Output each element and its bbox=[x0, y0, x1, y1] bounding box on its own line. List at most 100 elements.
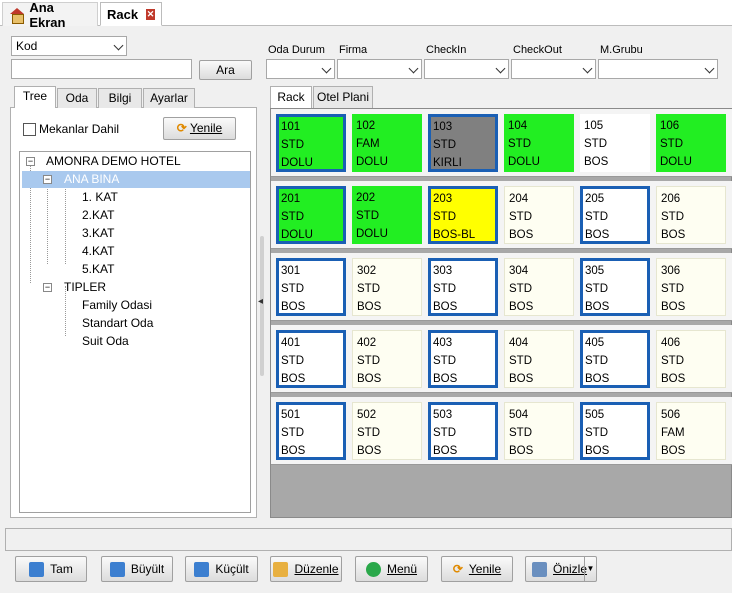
tree-node-kat-5[interactable]: 5.KAT bbox=[82, 262, 114, 276]
dropdown-arrow-icon[interactable]: ▼ bbox=[584, 557, 596, 581]
room-cell[interactable]: 202 STD DOLU bbox=[352, 186, 422, 244]
hotel-tree[interactable]: − AMONRA DEMO HOTEL − ANA BINA 1. KAT 2.… bbox=[19, 151, 251, 513]
tree-node-tipler[interactable]: TIPLER bbox=[64, 280, 106, 294]
room-cell[interactable]: 404 STD BOS bbox=[504, 330, 574, 388]
room-type: STD bbox=[585, 211, 608, 223]
menu-button[interactable]: Menü bbox=[355, 556, 428, 582]
room-type: STD bbox=[509, 427, 532, 439]
room-cell[interactable]: 402 STD BOS bbox=[352, 330, 422, 388]
tab-tree[interactable]: Tree bbox=[14, 86, 56, 109]
room-cell[interactable]: 401 STD BOS bbox=[276, 330, 346, 388]
room-number: 405 bbox=[585, 337, 605, 349]
rack-row: 101 STD DOLU 102 FAM DOLU 103 STD KIRLI 104 STD DOL… bbox=[271, 109, 732, 177]
mekanlar-dahil-checkbox[interactable]: Mekanlar Dahil bbox=[23, 122, 119, 136]
panel-splitter[interactable]: ◂ bbox=[257, 86, 267, 518]
collapse-icon[interactable]: − bbox=[43, 175, 52, 184]
tab-rack-view[interactable]: Rack bbox=[270, 86, 312, 109]
edit-icon bbox=[273, 561, 289, 577]
search-field-select[interactable]: Kod bbox=[11, 36, 127, 56]
room-cell[interactable]: 106 STD DOLU bbox=[656, 114, 726, 172]
room-status: BOS bbox=[509, 229, 534, 241]
search-input[interactable] bbox=[11, 59, 192, 79]
room-status: BOS bbox=[661, 373, 686, 385]
tree-node-kat-4[interactable]: 4.KAT bbox=[82, 244, 114, 258]
room-cell[interactable]: 305 STD BOS bbox=[580, 258, 650, 316]
room-cell[interactable]: 104 STD DOLU bbox=[504, 114, 574, 172]
room-cell[interactable]: 302 STD BOS bbox=[352, 258, 422, 316]
onizle-button[interactable]: Önizle ▼ bbox=[525, 556, 597, 582]
left-tabs: Tree Oda Bilgi Ayarlar bbox=[10, 86, 257, 109]
tree-node-kat-1[interactable]: 1. KAT bbox=[82, 190, 118, 204]
room-type: STD bbox=[281, 427, 304, 439]
room-cell[interactable]: 505 STD BOS bbox=[580, 402, 650, 460]
room-status: BOS bbox=[281, 373, 306, 385]
collapse-icon[interactable]: − bbox=[26, 157, 35, 166]
room-type: STD bbox=[281, 283, 304, 295]
firma-select[interactable] bbox=[337, 59, 422, 79]
room-status: BOS bbox=[433, 301, 458, 313]
document-tabbar: Ana Ekran Rack ✕ bbox=[0, 0, 732, 30]
tree-refresh-button[interactable]: ⟳ Yenile bbox=[163, 117, 236, 140]
chevron-left-icon[interactable]: ◂ bbox=[258, 296, 263, 307]
firma-label: Firma bbox=[339, 44, 368, 56]
room-number: 204 bbox=[509, 193, 529, 205]
room-type: STD bbox=[356, 210, 379, 222]
room-cell[interactable]: 405 STD BOS bbox=[580, 330, 650, 388]
collapse-icon[interactable]: − bbox=[43, 283, 52, 292]
room-cell[interactable]: 303 STD BOS bbox=[428, 258, 498, 316]
tree-node-ana-bina[interactable]: ANA BINA bbox=[64, 172, 119, 186]
room-cell[interactable]: 403 STD BOS bbox=[428, 330, 498, 388]
tree-node-kat-2[interactable]: 2.KAT bbox=[82, 208, 114, 222]
tree-node-suit-oda[interactable]: Suit Oda bbox=[82, 334, 129, 348]
buyult-button[interactable]: Büyült bbox=[101, 556, 173, 582]
room-cell[interactable]: 501 STD BOS bbox=[276, 402, 346, 460]
tab-bilgi[interactable]: Bilgi bbox=[98, 88, 142, 108]
room-cell[interactable]: 504 STD BOS bbox=[504, 402, 574, 460]
checkbox-box[interactable] bbox=[23, 122, 36, 136]
checkout-select[interactable] bbox=[511, 59, 596, 79]
room-cell[interactable]: 301 STD BOS bbox=[276, 258, 346, 316]
checkin-select[interactable] bbox=[424, 59, 509, 79]
room-cell[interactable]: 304 STD BOS bbox=[504, 258, 574, 316]
room-number: 505 bbox=[585, 409, 605, 421]
mgrubu-select[interactable] bbox=[598, 59, 718, 79]
room-cell[interactable]: 206 STD BOS bbox=[656, 186, 726, 244]
tree-refresh-label: Yenile bbox=[189, 121, 223, 135]
room-cell[interactable]: 502 STD BOS bbox=[352, 402, 422, 460]
tab-otel-plani[interactable]: Otel Plani bbox=[313, 86, 373, 108]
tree-node-family-odasi[interactable]: Family Odasi bbox=[82, 298, 152, 312]
tab-rack[interactable]: Rack ✕ bbox=[100, 2, 162, 26]
yenile-button[interactable]: ⟳ Yenile bbox=[441, 556, 513, 582]
tab-ana-ekran[interactable]: Ana Ekran bbox=[2, 0, 98, 30]
close-icon[interactable]: ✕ bbox=[146, 8, 155, 20]
tam-button[interactable]: Tam bbox=[15, 556, 87, 582]
tree-node-standart-oda[interactable]: Standart Oda bbox=[82, 316, 153, 330]
room-cell[interactable]: 204 STD BOS bbox=[504, 186, 574, 244]
room-cell[interactable]: 406 STD BOS bbox=[656, 330, 726, 388]
room-cell[interactable]: 506 FAM BOS bbox=[656, 402, 726, 460]
chevron-down-icon bbox=[113, 40, 124, 51]
room-cell[interactable]: 503 STD BOS bbox=[428, 402, 498, 460]
search-button[interactable]: Ara bbox=[199, 60, 252, 80]
room-cell[interactable]: 103 STD KIRLI bbox=[428, 114, 498, 172]
room-cell[interactable]: 102 FAM DOLU bbox=[352, 114, 422, 172]
tab-ayarlar[interactable]: Ayarlar bbox=[143, 88, 195, 108]
room-cell[interactable]: 201 STD DOLU bbox=[276, 186, 346, 244]
kucult-button[interactable]: Küçült bbox=[185, 556, 258, 582]
room-number: 206 bbox=[661, 193, 681, 205]
room-cell[interactable]: 101 STD DOLU bbox=[276, 114, 346, 172]
room-status: BOS bbox=[433, 445, 458, 457]
duzenle-button[interactable]: Düzenle bbox=[270, 556, 342, 582]
tab-oda[interactable]: Oda bbox=[57, 88, 97, 108]
preview-icon bbox=[532, 561, 547, 577]
room-cell[interactable]: 105 STD BOS bbox=[580, 114, 650, 172]
room-number: 101 bbox=[281, 121, 301, 133]
tree-node-kat-3[interactable]: 3.KAT bbox=[82, 226, 114, 240]
room-cell[interactable]: 203 STD BOS-BL bbox=[428, 186, 498, 244]
room-type: FAM bbox=[661, 427, 685, 439]
tree-root[interactable]: AMONRA DEMO HOTEL bbox=[46, 154, 181, 168]
room-cell[interactable]: 205 STD BOS bbox=[580, 186, 650, 244]
oda-durum-select[interactable] bbox=[266, 59, 335, 79]
room-cell[interactable]: 306 STD BOS bbox=[656, 258, 726, 316]
refresh-icon: ⟳ bbox=[452, 562, 463, 576]
